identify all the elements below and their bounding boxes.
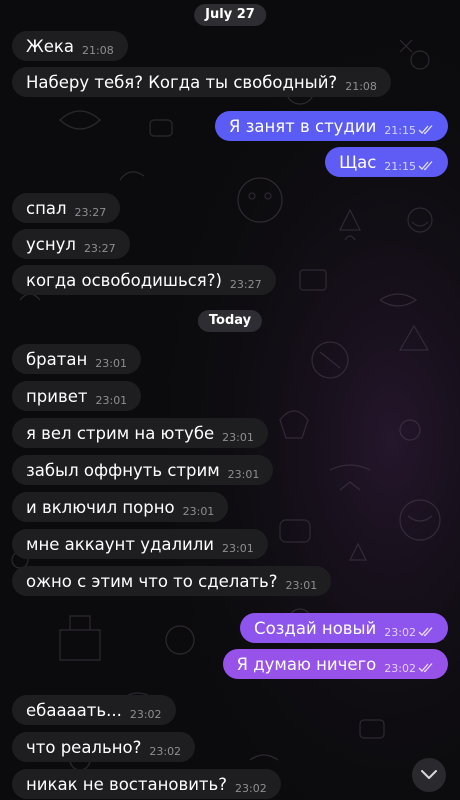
message-bubble-incoming[interactable]: братан 23:01 [12, 344, 141, 374]
message-text: ебаааать... [26, 700, 122, 720]
message-time: 23:02 [129, 708, 162, 721]
message-bubble-incoming[interactable]: мне аккаунт удалили 23:01 [12, 529, 268, 559]
double-check-icon [418, 627, 433, 637]
message-bubble-incoming[interactable]: Жека 21:08 [12, 31, 128, 61]
message-bubble-incoming[interactable]: привет 23:01 [12, 381, 142, 411]
scroll-down-button[interactable] [412, 758, 446, 792]
message-bubble-incoming[interactable]: когда освободишься?) 23:27 [12, 265, 276, 295]
message-bubble-outgoing[interactable]: Создай новый 23:02 [240, 613, 448, 643]
message-text: Создай новый [254, 618, 377, 638]
message-bubble-incoming[interactable]: Наберу тебя? Когда ты свободный? 21:08 [12, 67, 391, 97]
message-time: 21:15 [384, 160, 416, 173]
message-time: 23:01 [95, 394, 128, 407]
message-text: Щас [339, 152, 377, 172]
message-text: что реально? [26, 737, 142, 757]
message-text: уснул [26, 234, 76, 254]
date-header: July 27 [194, 4, 266, 26]
message-text: и включил порно [26, 497, 175, 517]
message-text: Я занят в студии [228, 116, 377, 136]
message-text: когда освободишься?) [26, 270, 222, 290]
message-bubble-incoming[interactable]: никак не востановить? 23:02 [12, 769, 281, 799]
message-bubble-incoming[interactable]: ожно с этим что то сделать? 23:01 [12, 566, 332, 596]
message-text: мне аккаунт удалили [26, 534, 215, 554]
double-check-icon [418, 161, 433, 171]
message-time: 21:08 [82, 44, 114, 57]
message-bubble-incoming[interactable]: что реально? 23:02 [12, 732, 196, 762]
double-check-icon [418, 125, 433, 135]
message-bubble-incoming[interactable]: забыл оффнуть стрим 23:01 [12, 455, 274, 485]
chevron-down-icon [421, 770, 437, 779]
message-bubble-outgoing[interactable]: Я занят в студии 21:15 [214, 111, 448, 141]
message-text: Наберу тебя? Когда ты свободный? [26, 72, 338, 92]
message-time: 23:02 [149, 745, 182, 758]
message-bubble-outgoing[interactable]: Щас 21:15 [325, 147, 448, 177]
message-bubble-incoming[interactable]: спал 23:27 [12, 193, 121, 223]
message-time: 21:08 [345, 80, 377, 93]
message-time: 23:01 [222, 542, 254, 555]
message-bubble-outgoing[interactable]: Я думаю ничего 23:02 [222, 649, 448, 679]
message-list[interactable]: July 27 Жека 21:08 Наберу тебя? Когда ты… [0, 0, 460, 800]
message-time: 23:27 [74, 206, 107, 219]
message-text: привет [26, 386, 88, 406]
message-time: 23:01 [227, 468, 260, 481]
message-time: 23:01 [222, 431, 254, 444]
double-check-icon [418, 663, 433, 673]
message-text: спал [26, 198, 67, 218]
message-time: 23:02 [384, 626, 416, 639]
message-time: 23:01 [285, 579, 318, 592]
message-bubble-incoming[interactable]: я вел стрим на ютубе 23:01 [12, 418, 268, 448]
message-time: 23:02 [235, 782, 267, 795]
message-time: 21:15 [384, 124, 416, 137]
message-time: 23:27 [229, 278, 262, 291]
message-text: Жека [26, 36, 75, 56]
date-header: Today [197, 310, 263, 332]
message-text: забыл оффнуть стрим [26, 460, 220, 480]
message-time: 23:01 [95, 357, 127, 370]
message-text: никак не востановить? [26, 774, 228, 794]
message-time: 23:01 [182, 505, 215, 518]
message-bubble-incoming[interactable]: уснул 23:27 [12, 229, 130, 259]
message-text: Я думаю ничего [236, 654, 377, 674]
message-bubble-incoming[interactable]: и включил порно 23:01 [12, 492, 229, 522]
message-bubble-incoming[interactable]: ебаааать... 23:02 [12, 695, 176, 725]
message-time: 23:27 [83, 242, 116, 255]
message-time: 23:02 [384, 662, 416, 675]
message-text: ожно с этим что то сделать? [26, 571, 278, 591]
message-text: я вел стрим на ютубе [26, 423, 215, 443]
message-text: братан [26, 349, 88, 369]
